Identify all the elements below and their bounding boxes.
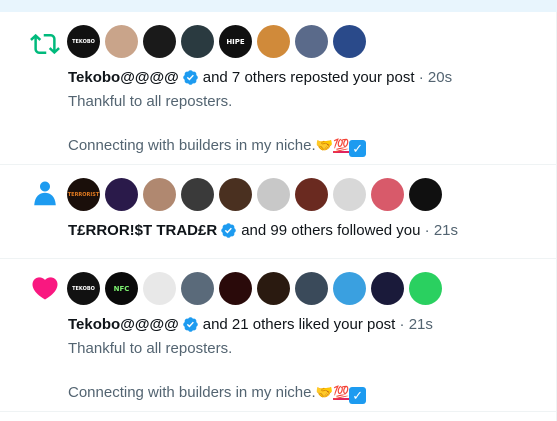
post-line: Connecting with builders in my niche.🤝💯 ✓ [68, 135, 367, 157]
avatar[interactable] [143, 272, 176, 305]
separator: · [399, 316, 405, 333]
avatar[interactable] [409, 178, 442, 211]
avatar-row: TEKOBO HIPE [67, 25, 366, 58]
post-preview[interactable]: Thankful to all reposters. Connecting wi… [68, 338, 367, 404]
heart-icon [32, 277, 58, 300]
check-emoji: ✓ [349, 387, 367, 404]
handshake-emoji: 🤝 [315, 385, 334, 401]
avatar[interactable] [105, 178, 138, 211]
notification-like[interactable]: TEKOBO NFC Tekobo@@@@ and 21 others liked… [0, 259, 556, 412]
user-name-link[interactable]: Tekobo@@@@ [68, 69, 179, 86]
avatar[interactable] [295, 178, 328, 211]
timestamp[interactable]: 21s [434, 222, 458, 239]
top-strip [0, 0, 557, 12]
avatar[interactable] [371, 178, 404, 211]
action-text: and 21 others liked your post [202, 316, 396, 333]
hundred-emoji: 💯 [333, 385, 350, 400]
avatar[interactable]: TEKOBO [67, 272, 100, 305]
avatar[interactable] [333, 272, 366, 305]
avatar[interactable] [143, 178, 176, 211]
timestamp[interactable]: 20s [428, 69, 452, 86]
avatar-row: TERRORIST [67, 178, 442, 211]
avatar[interactable] [181, 272, 214, 305]
action-text: and 99 others followed you [241, 222, 421, 239]
avatar[interactable]: TERRORIST [67, 178, 100, 211]
avatar[interactable] [181, 25, 214, 58]
user-name-link[interactable]: T£RROR!$T TRAD£R [68, 222, 217, 239]
verified-badge-icon [182, 70, 198, 85]
avatar[interactable] [371, 272, 404, 305]
separator: · [424, 222, 430, 239]
notification-follow[interactable]: TERRORIST T£RROR!$T TRAD£R and 99 others… [0, 165, 556, 259]
avatar[interactable]: TEKOBO [67, 25, 100, 58]
action-text: and 7 others reposted your post [202, 69, 415, 86]
post-preview[interactable]: Thankful to all reposters. Connecting wi… [68, 91, 367, 157]
notification-headline: T£RROR!$T TRAD£R and 99 others followed … [68, 222, 458, 239]
avatar[interactable] [105, 25, 138, 58]
user-name-link[interactable]: Tekobo@@@@ [68, 316, 179, 333]
verified-badge-icon [221, 223, 236, 238]
avatar[interactable] [181, 178, 214, 211]
post-line: Thankful to all reposters. [68, 340, 233, 357]
avatar[interactable]: HIPE [219, 25, 252, 58]
repost-icon [30, 33, 60, 55]
avatar[interactable] [409, 272, 442, 305]
notification-headline: Tekobo@@@@ and 21 others liked your post… [68, 316, 433, 333]
post-line-blank [68, 113, 366, 135]
notification-repost[interactable]: TEKOBO HIPE Tekobo@@@@ and 7 others repos… [0, 12, 556, 165]
avatar[interactable] [295, 25, 328, 58]
avatar[interactable]: NFC [105, 272, 138, 305]
avatar[interactable] [219, 178, 252, 211]
avatar[interactable] [257, 25, 290, 58]
avatar[interactable] [257, 178, 290, 211]
post-line: Connecting with builders in my niche.🤝💯 ✓ [68, 382, 367, 404]
handshake-emoji: 🤝 [315, 138, 334, 154]
verified-badge-icon [182, 317, 198, 332]
post-line: Thankful to all reposters. [68, 93, 233, 110]
notification-headline: Tekobo@@@@ and 7 others reposted your po… [68, 69, 452, 86]
check-emoji: ✓ [349, 140, 367, 157]
post-line-blank [68, 360, 366, 382]
avatar[interactable] [257, 272, 290, 305]
avatar[interactable] [295, 272, 328, 305]
avatar[interactable] [333, 178, 366, 211]
timestamp[interactable]: 21s [409, 316, 433, 333]
separator: · [418, 69, 424, 86]
avatar[interactable] [219, 272, 252, 305]
avatar[interactable] [143, 25, 176, 58]
avatar[interactable] [333, 25, 366, 58]
avatar-row: TEKOBO NFC [67, 272, 442, 305]
person-icon [34, 181, 56, 206]
hundred-emoji: 💯 [333, 138, 350, 153]
